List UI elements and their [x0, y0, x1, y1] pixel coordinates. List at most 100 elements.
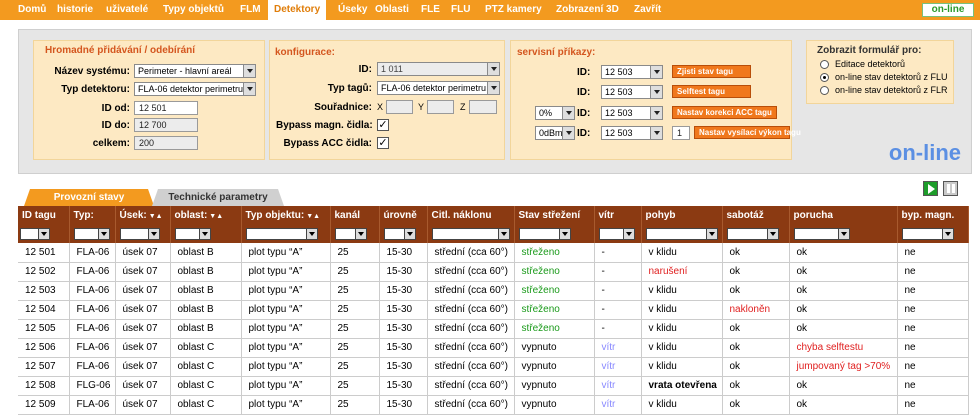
- table-row[interactable]: 12 508 FLG-06 úsek 07 oblast Cplot typu “A”…: [18, 376, 969, 396]
- id-to-input[interactable]: 12 700: [134, 118, 198, 132]
- sort-icon[interactable]: ▼▲: [149, 213, 163, 220]
- sort-icon[interactable]: ▼▲: [209, 213, 223, 220]
- menu-flu[interactable]: FLU: [451, 0, 470, 20]
- menu-detectors[interactable]: Detektory: [268, 0, 327, 20]
- menu-flm[interactable]: FLM: [240, 0, 261, 20]
- bypass-magnetic-checkbox[interactable]: ✓: [377, 119, 389, 131]
- filter-select[interactable]: [645, 227, 718, 240]
- table-row[interactable]: 12 501 FLA-06 úsek 07 oblast Bplot typu “A”…: [18, 243, 969, 263]
- selftest-button[interactable]: Selftest tagu: [672, 85, 751, 98]
- coord-z-input[interactable]: [469, 100, 497, 114]
- service-id-select-3[interactable]: 12 503: [601, 106, 663, 120]
- table-row[interactable]: 12 507 FLA-06 úsek 07 oblast Cplot typu “A”…: [18, 357, 969, 377]
- get-tag-status-button[interactable]: Zjisti stav tagu: [672, 65, 751, 78]
- menu-object-types[interactable]: Typy objektů: [163, 0, 224, 20]
- mass-edit-box: Hromadné přidávání / odebírání Název sys…: [33, 40, 265, 160]
- coord-x-input[interactable]: [386, 100, 413, 114]
- cell-fault: ok: [789, 243, 898, 263]
- col-header-levels[interactable]: úrovně: [379, 206, 428, 224]
- col-header-bypass-magnetic[interactable]: byp. magn.: [897, 206, 969, 224]
- table-row[interactable]: 12 503 FLA-06 úsek 07 oblast Bplot typu “A”…: [18, 281, 969, 301]
- col-header-tamper[interactable]: sabotáž: [722, 206, 790, 224]
- service-id-select-4[interactable]: 12 503: [601, 126, 663, 140]
- cell-guard-state: vypnuto: [514, 338, 595, 358]
- sort-icon[interactable]: ▼▲: [306, 213, 320, 220]
- menu-users[interactable]: uživatelé: [106, 0, 148, 20]
- play-icon[interactable]: [923, 181, 938, 196]
- tag-type-select[interactable]: FLA-06 detektor perimetru: [377, 81, 500, 95]
- filter-select[interactable]: [726, 227, 779, 240]
- filter-cell: [241, 224, 331, 243]
- detector-type-select[interactable]: FLA-06 detektor perimetru: [134, 82, 256, 96]
- filter-select[interactable]: [119, 227, 160, 240]
- col-header-area[interactable]: oblast: ▼▲: [170, 206, 242, 224]
- menu-history[interactable]: historie: [57, 0, 93, 20]
- cell-object-type: plot typu “A”: [241, 281, 331, 301]
- filter-select[interactable]: [518, 227, 571, 240]
- col-header-object-type[interactable]: Typ objektu: ▼▲: [241, 206, 331, 224]
- radio-detector-edit[interactable]: [820, 60, 829, 69]
- filter-select[interactable]: [245, 227, 318, 240]
- pause-icon[interactable]: [943, 181, 958, 196]
- col-header-id[interactable]: ID tagu: [18, 206, 70, 224]
- id-from-input[interactable]: 12 501: [134, 101, 198, 115]
- cell-wind: -: [594, 243, 642, 263]
- table-row[interactable]: 12 509 FLA-06 úsek 07 oblast Cplot typu “A”…: [18, 395, 969, 415]
- menu-areas[interactable]: Oblasti: [375, 0, 409, 20]
- filter-select[interactable]: [20, 227, 50, 240]
- table-row[interactable]: 12 502 FLA-06 úsek 07 oblast Bplot typu “A”…: [18, 262, 969, 282]
- filter-select[interactable]: [383, 227, 416, 240]
- filter-select[interactable]: [431, 227, 510, 240]
- set-tx-power-button[interactable]: Nastav vysílací výkon tagu: [694, 126, 801, 139]
- tab-technical-parameters[interactable]: Technické parametry: [152, 189, 284, 206]
- bypass-acc-checkbox[interactable]: ✓: [377, 137, 389, 149]
- cell-section: úsek 07: [115, 338, 171, 358]
- system-name-select[interactable]: Perimeter - hlavní areál: [134, 64, 256, 78]
- col-header-guard-state[interactable]: Stav střežení: [514, 206, 595, 224]
- table-row[interactable]: 12 506 FLA-06 úsek 07 oblast Cplot typu “A”…: [18, 338, 969, 358]
- filter-select[interactable]: [598, 227, 635, 240]
- coord-y-input[interactable]: [427, 100, 454, 114]
- service-id-select-2[interactable]: 12 503: [601, 85, 663, 99]
- config-id-select[interactable]: 1 011: [377, 62, 500, 76]
- col-header-section[interactable]: Úsek: ▼▲: [115, 206, 171, 224]
- col-header-wind[interactable]: vítr: [594, 206, 642, 224]
- menu-sections[interactable]: Úseky: [338, 0, 367, 20]
- cell-channel: 25: [330, 338, 380, 358]
- cell-motion: v klidu: [641, 319, 723, 339]
- cell-wind: vítr: [594, 376, 642, 396]
- filter-select[interactable]: [174, 227, 211, 240]
- col-header-fault[interactable]: porucha: [789, 206, 898, 224]
- filter-select[interactable]: [73, 227, 110, 240]
- set-acc-correction-button[interactable]: Nastav korekci ACC tagu: [672, 106, 777, 119]
- menu-home[interactable]: Domů: [18, 0, 46, 20]
- cell-bypass: ne: [897, 338, 969, 358]
- radio-online-flu[interactable]: [820, 73, 829, 82]
- menu-ptz-cameras[interactable]: PTZ kamery: [485, 0, 542, 20]
- tx-power-select[interactable]: 0dBm: [535, 126, 575, 140]
- tab-operating-states[interactable]: Provozní stavy: [24, 189, 154, 206]
- acc-correction-select[interactable]: 0%: [535, 106, 575, 120]
- col-header-motion[interactable]: pohyb: [641, 206, 723, 224]
- tx-power-count-input[interactable]: 1: [672, 126, 690, 140]
- chevron-down-icon: [650, 107, 662, 119]
- radio-online-flr[interactable]: [820, 86, 829, 95]
- mass-edit-title: Hromadné přidávání / odebírání: [45, 45, 196, 56]
- filter-select[interactable]: [901, 227, 954, 240]
- menu-fle[interactable]: FLE: [421, 0, 440, 20]
- table-row[interactable]: 12 505 FLA-06 úsek 07 oblast Bplot typu “A”…: [18, 319, 969, 339]
- cell-id: 12 503: [18, 281, 70, 301]
- y-label: Y: [418, 102, 425, 112]
- col-header-tilt-sensitivity[interactable]: Citl. náklonu: [427, 206, 515, 224]
- table-row[interactable]: 12 504 FLA-06 úsek 07 oblast Bplot typu “A”…: [18, 300, 969, 320]
- bypass-acc-label: Bypass ACC čidla:: [283, 138, 372, 149]
- col-header-type[interactable]: Typ:: [69, 206, 116, 224]
- cell-bypass: ne: [897, 357, 969, 377]
- col-header-channel[interactable]: kanál: [330, 206, 380, 224]
- chevron-down-icon: [650, 86, 662, 98]
- filter-select[interactable]: [334, 227, 367, 240]
- menu-3d-view[interactable]: Zobrazení 3D: [556, 0, 619, 20]
- filter-select[interactable]: [793, 227, 850, 240]
- menu-close[interactable]: Zavřít: [634, 0, 661, 20]
- service-id-select-1[interactable]: 12 503: [601, 65, 663, 79]
